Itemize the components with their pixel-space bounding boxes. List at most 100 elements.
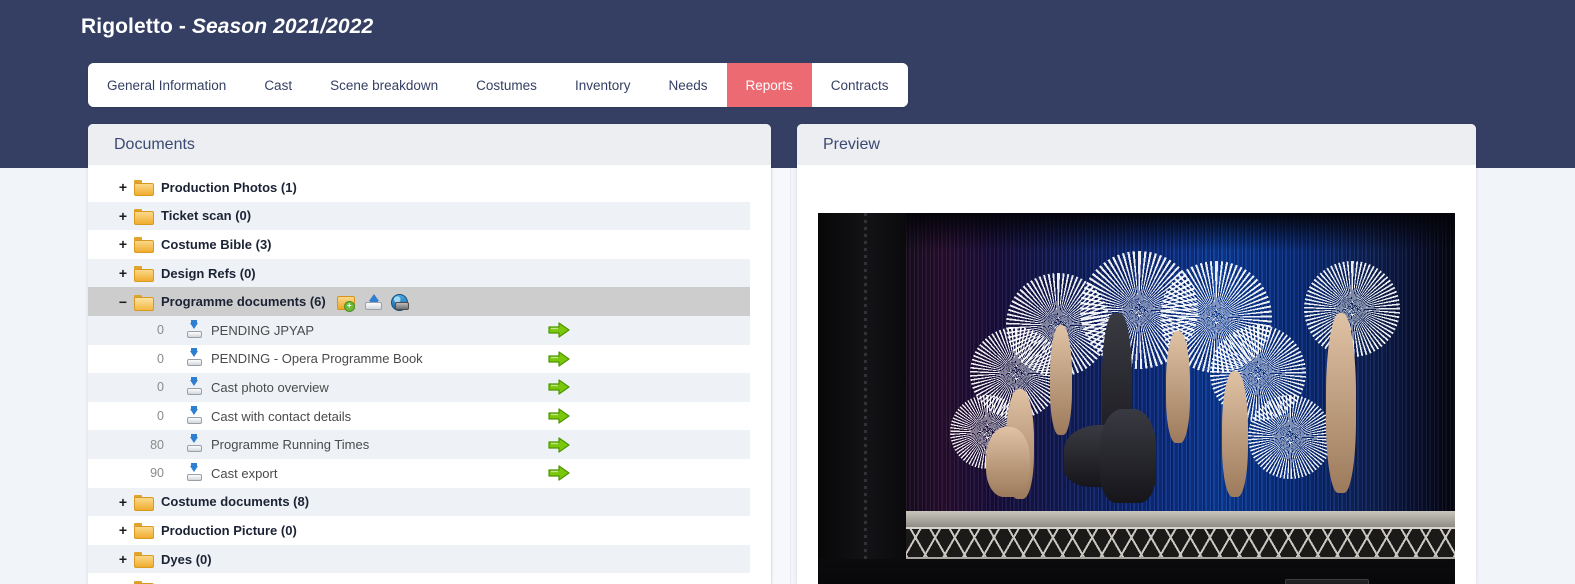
folder-label: Dyes (0) xyxy=(161,551,212,567)
expand-icon[interactable]: + xyxy=(112,266,134,280)
tab-cast[interactable]: Cast xyxy=(245,63,312,107)
expand-icon[interactable]: + xyxy=(112,237,134,251)
file-name: PENDING - Opera Programme Book xyxy=(211,351,423,367)
file-row[interactable]: 80 Programme Running Times xyxy=(88,430,750,459)
file-size: 90 xyxy=(150,466,164,481)
open-file-arrow-icon[interactable] xyxy=(548,351,570,367)
file-row[interactable]: 0 Cast photo overview xyxy=(88,373,750,402)
file-size: 0 xyxy=(157,351,164,366)
page-title: Rigoletto - Season 2021/2022 xyxy=(81,15,373,39)
file-size: 0 xyxy=(157,409,164,424)
preview-image[interactable] xyxy=(818,213,1455,584)
file-name: Cast export xyxy=(211,465,278,481)
performer-figure xyxy=(1326,313,1356,493)
stage-lattice-front xyxy=(906,527,1455,559)
expand-icon[interactable]: + xyxy=(112,495,134,509)
folder-label: Programme documents (6) xyxy=(161,294,326,310)
folder-icon xyxy=(134,294,154,311)
download-icon[interactable] xyxy=(186,379,202,395)
folder-row[interactable]: + Dyes (0) xyxy=(88,544,750,574)
file-row[interactable]: 90 Cast export xyxy=(88,458,750,488)
folder-label: Production Photos (1) xyxy=(161,179,297,195)
document-tree[interactable]: + Production Photos (1) + Ticket scan (0) + C… xyxy=(88,165,750,584)
download-icon[interactable] xyxy=(186,465,202,481)
file-name: Cast with contact details xyxy=(211,408,352,424)
main-tab-bar[interactable]: General Information Cast Scene breakdown Co… xyxy=(88,63,908,107)
performer-figure xyxy=(1100,409,1156,503)
file-size: 0 xyxy=(157,380,164,395)
file-name: Programme Running Times xyxy=(211,437,370,453)
tab-scene-breakdown[interactable]: Scene breakdown xyxy=(311,63,458,107)
collapse-icon[interactable]: − xyxy=(112,295,134,309)
open-file-arrow-icon[interactable] xyxy=(548,379,570,396)
stage-wing-left xyxy=(818,213,906,584)
folder-icon xyxy=(134,266,154,283)
download-icon[interactable] xyxy=(186,351,202,367)
folder-label: Costume documents (8) xyxy=(161,494,310,510)
stage-top-shadow xyxy=(906,213,1455,251)
season-label: Season 2021/2022 xyxy=(191,15,374,38)
file-name: Cast photo overview xyxy=(211,379,329,395)
folder-icon xyxy=(134,208,154,225)
performer-figure xyxy=(1166,331,1190,443)
open-file-arrow-icon[interactable] xyxy=(548,465,570,481)
expand-icon[interactable]: + xyxy=(112,523,134,537)
tab-contracts[interactable]: Contracts xyxy=(811,63,908,107)
folder-label: Ticket scan (0) xyxy=(161,208,252,224)
folder-row[interactable]: + Ticket scan (0) xyxy=(88,201,750,231)
folder-row[interactable]: + Production Picture (0) xyxy=(88,516,750,545)
download-icon[interactable] xyxy=(186,408,202,424)
performer-figure xyxy=(1222,371,1248,497)
upload-icon[interactable] xyxy=(364,293,382,310)
feather-fan xyxy=(1248,395,1332,479)
folder-label: Production Picture (0) xyxy=(161,522,297,538)
expand-icon[interactable]: + xyxy=(112,581,134,584)
tab-needs[interactable]: Needs xyxy=(649,63,727,107)
open-file-arrow-icon[interactable] xyxy=(548,437,570,453)
preview-panel-title: Preview xyxy=(797,124,1476,165)
tab-general-information[interactable]: General Information xyxy=(88,63,246,107)
folder-row[interactable]: + xyxy=(88,573,750,584)
file-row[interactable]: 0 Cast with contact details xyxy=(88,401,750,431)
folder-row[interactable]: + Costume documents (8) xyxy=(88,487,750,517)
add-folder-icon[interactable] xyxy=(336,294,355,312)
folder-label: Costume Bible (3) xyxy=(161,236,272,252)
folder-row[interactable]: + Costume Bible (3) xyxy=(88,230,750,259)
preview-panel: Preview xyxy=(797,124,1476,584)
preview-body xyxy=(797,165,1476,584)
file-size: 0 xyxy=(157,323,164,338)
folder-icon xyxy=(134,494,154,511)
open-file-arrow-icon[interactable] xyxy=(548,322,570,338)
page-scrollbar[interactable] xyxy=(771,168,791,584)
file-row[interactable]: 0 PENDING - Opera Programme Book xyxy=(88,344,750,374)
folder-row[interactable]: + Production Photos (1) xyxy=(88,173,750,202)
folder-icon xyxy=(134,552,154,569)
production-name: Rigoletto - xyxy=(81,15,192,38)
file-row[interactable]: 0 PENDING JPYAP xyxy=(88,315,750,345)
file-name: PENDING JPYAP xyxy=(211,322,315,338)
folder-icon xyxy=(134,180,154,197)
tab-inventory[interactable]: Inventory xyxy=(555,63,650,107)
open-file-arrow-icon[interactable] xyxy=(548,408,570,424)
expand-icon[interactable]: + xyxy=(112,180,134,194)
folder-icon xyxy=(134,580,154,584)
expand-icon[interactable]: + xyxy=(112,552,134,566)
documents-panel: Documents + Production Photos (1) + Ticket … xyxy=(88,124,771,584)
folder-label: Design Refs (0) xyxy=(161,265,256,281)
documents-panel-title: Documents xyxy=(88,124,771,165)
folder-row[interactable]: − Programme documents (6) xyxy=(88,287,750,316)
download-icon[interactable] xyxy=(186,322,202,338)
tab-costumes[interactable]: Costumes xyxy=(457,63,556,107)
folder-actions[interactable] xyxy=(336,293,409,312)
performer-figure xyxy=(1050,325,1072,435)
file-size: 80 xyxy=(150,437,164,452)
folder-row[interactable]: + Design Refs (0) xyxy=(88,258,750,288)
globe-link-icon[interactable] xyxy=(390,293,409,311)
download-icon[interactable] xyxy=(186,437,202,453)
performer-figure xyxy=(986,427,1030,497)
orchestra-box xyxy=(1285,579,1369,584)
folder-icon xyxy=(134,237,154,254)
folder-icon xyxy=(134,523,154,540)
expand-icon[interactable]: + xyxy=(112,209,134,223)
tab-reports[interactable]: Reports xyxy=(726,63,812,107)
